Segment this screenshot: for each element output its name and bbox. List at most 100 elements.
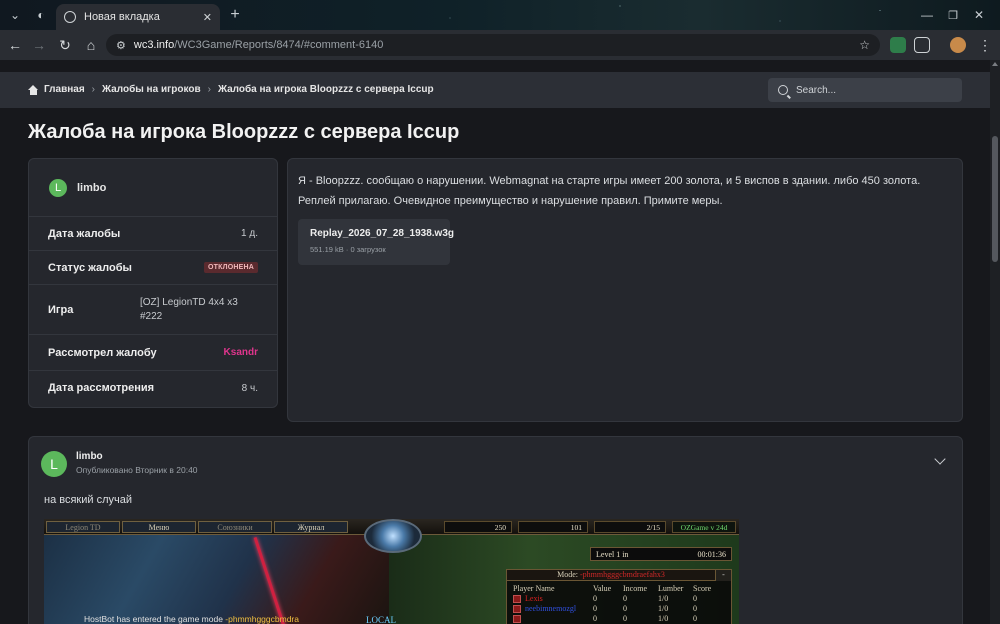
avatar[interactable]: L — [49, 178, 67, 197]
minimize-icon[interactable]: — — [918, 6, 936, 24]
scoreboard-cell-score: 0 — [693, 614, 697, 623]
browser-tab[interactable]: Новая вкладка ✕ — [56, 4, 220, 30]
browser-tab-strip: ⌄ ◐ Новая вкладка ✕ + — ❐ ✕ — [0, 0, 1000, 30]
game-menu-journal: Журнал — [274, 521, 348, 533]
reviewer-label: Рассмотрел жалобу — [48, 346, 157, 359]
scoreboard-cell-lumber: 1/0 — [658, 594, 669, 603]
attachment-filename[interactable]: Replay_2026_07_28_1938.w3g — [310, 228, 454, 239]
comment-text: на всякий случай — [44, 494, 132, 506]
scrollbar-thumb[interactable] — [992, 136, 998, 262]
day-night-orb — [364, 519, 422, 553]
comment-card: L limbo Опубликовано Вторник в 20:40 на … — [28, 436, 963, 624]
report-date-value: 1 д. — [241, 228, 258, 239]
row-reviewer: Рассмотрел жалобу Ksandr — [29, 335, 277, 371]
mode-value: -phmmhgggcbmdraefahx3 — [580, 570, 665, 579]
home-icon[interactable]: ⌂ — [82, 36, 100, 54]
col-value: Value — [593, 584, 612, 593]
scoreboard-cell-value: 0 — [593, 614, 597, 623]
row-game: Игра [OZ] LegionTD 4x4 x3 #222 — [29, 285, 277, 335]
food-amount: 2/15 — [594, 521, 666, 533]
bookmark-star-icon[interactable]: ☆ — [859, 38, 870, 52]
game-scoreboard: Mode: -phmmhgggcbmdraefahx3 - Player Nam… — [506, 569, 732, 624]
browser-menu-icon[interactable]: ⋮ — [976, 36, 994, 54]
breadcrumb: Главная › Жалобы на игроков › Жалоба на … — [28, 84, 434, 95]
status-label: Статус жалобы — [48, 261, 132, 274]
breadcrumb-current: Жалоба на игрока Bloopzzz с сервера Iccu… — [217, 84, 434, 95]
chat-mode: -phmmhgggcbmdra — [225, 614, 299, 624]
review-date-label: Дата рассмотрения — [48, 382, 155, 394]
scoreboard-cell-name: Lexis — [525, 594, 543, 603]
level-timer: Level 1 in 00:01:36 — [590, 547, 732, 561]
tab-search-icon[interactable]: ⌄ — [6, 6, 24, 24]
url-path: /WC3Game/Reports/8474/#comment-6140 — [174, 39, 384, 51]
breadcrumb-home[interactable]: Главная — [44, 84, 85, 95]
game-version: OZGame v 24d — [672, 521, 736, 533]
search-placeholder: Search... — [796, 84, 837, 96]
row-status: Статус жалобы ОТКЛОНЕНА — [29, 251, 277, 285]
mode-label: Mode: — [557, 570, 578, 579]
report-info-card: L limbo Дата жалобы 1 д. Статус жалобы О… — [28, 158, 278, 408]
adblock-extension-icon[interactable] — [890, 37, 906, 53]
row-review-date: Дата рассмотрения 8 ч. — [29, 371, 277, 405]
search-icon — [778, 85, 788, 95]
address-bar-row: ← → ↻ ⌂ ⚙ wc3.info/WC3Game/Reports/8474/… — [0, 30, 1000, 60]
scroll-up-icon[interactable] — [992, 62, 998, 66]
status-badge: ОТКЛОНЕНА — [204, 262, 258, 273]
game-menu-legiontd: Legion TD — [46, 521, 120, 533]
search-input[interactable]: Search... — [768, 78, 962, 102]
scoreboard-cell-score: 0 — [693, 594, 697, 603]
col-player-name: Player Name — [513, 584, 555, 593]
game-screenshot[interactable]: Legion TD Меню Союзники Журнал 250 101 2… — [44, 519, 739, 624]
level-label: Level 1 in — [596, 549, 629, 559]
lumber-amount: 101 — [518, 521, 588, 533]
profile-avatar-icon[interactable] — [950, 37, 966, 53]
game-label: Игра — [48, 303, 74, 316]
restore-icon[interactable]: ❐ — [944, 6, 962, 24]
breadcrumb-section[interactable]: Жалобы на игроков — [102, 84, 201, 95]
scoreboard-cell-score: 0 — [693, 604, 697, 613]
scoreboard-cell-lumber: 1/0 — [658, 604, 669, 613]
back-icon[interactable]: ← — [6, 36, 24, 54]
player-color-icon — [513, 615, 521, 623]
forward-icon[interactable]: → — [30, 36, 48, 54]
scoreboard-cell-income: 0 — [623, 604, 627, 613]
scoreboard-collapse-icon: - — [715, 570, 731, 581]
reload-icon[interactable]: ↻ — [56, 36, 74, 54]
comment-author[interactable]: limbo — [76, 451, 103, 462]
report-message-card: Я - Bloopzzz. сообщаю о нарушении. Webma… — [287, 158, 963, 422]
scoreboard-cell-income: 0 — [623, 594, 627, 603]
incognito-icon: ◐ — [37, 8, 45, 22]
game-mode-row: Mode: -phmmhgggcbmdraefahx3 — [507, 570, 715, 581]
close-tab-icon[interactable]: ✕ — [203, 11, 212, 24]
page-scrollbar[interactable] — [990, 60, 1000, 624]
home-breadcrumb-icon — [28, 84, 39, 95]
scoreboard-cell-name: neebimnemozgl — [525, 604, 577, 613]
game-value: [OZ] LegionTD 4x4 x3 #222 — [140, 296, 238, 322]
game-chat-message: HostBot has entered the game mode -phmmh… — [84, 614, 299, 624]
game-menu-allies: Союзники — [198, 521, 272, 533]
game-local-label: LOCAL — [366, 615, 396, 624]
avatar[interactable]: L — [41, 451, 67, 477]
window-close-icon[interactable]: ✕ — [970, 6, 988, 24]
game-menu-menu: Меню — [122, 521, 196, 533]
globe-icon — [64, 11, 76, 23]
game-scene-left — [44, 535, 389, 624]
reviewer-link[interactable]: Ksandr — [224, 347, 258, 358]
breadcrumb-separator-icon: › — [207, 84, 211, 95]
chevron-down-icon[interactable] — [934, 453, 946, 465]
col-lumber: Lumber — [658, 584, 684, 593]
scoreboard-cell-value: 0 — [593, 594, 597, 603]
attachment-meta: 551.19 kB · 0 загрузок — [310, 245, 386, 254]
site-header: Главная › Жалобы на игроков › Жалоба на … — [0, 72, 990, 108]
extensions-puzzle-icon[interactable] — [914, 37, 930, 53]
new-tab-icon[interactable]: + — [226, 6, 244, 24]
site-info-icon[interactable]: ⚙ — [116, 39, 126, 52]
player-color-icon — [513, 595, 521, 603]
chat-prefix: HostBot has entered the game mode — [84, 614, 226, 624]
scoreboard-cell-value: 0 — [593, 604, 597, 613]
attachment-replay[interactable]: Replay_2026_07_28_1938.w3g 551.19 kB · 0… — [298, 219, 454, 265]
author-name[interactable]: limbo — [77, 182, 106, 194]
url-field[interactable]: ⚙ wc3.info/WC3Game/Reports/8474/#comment… — [106, 34, 880, 56]
report-author[interactable]: L limbo — [29, 159, 277, 217]
scoreboard-cell-income: 0 — [623, 614, 627, 623]
